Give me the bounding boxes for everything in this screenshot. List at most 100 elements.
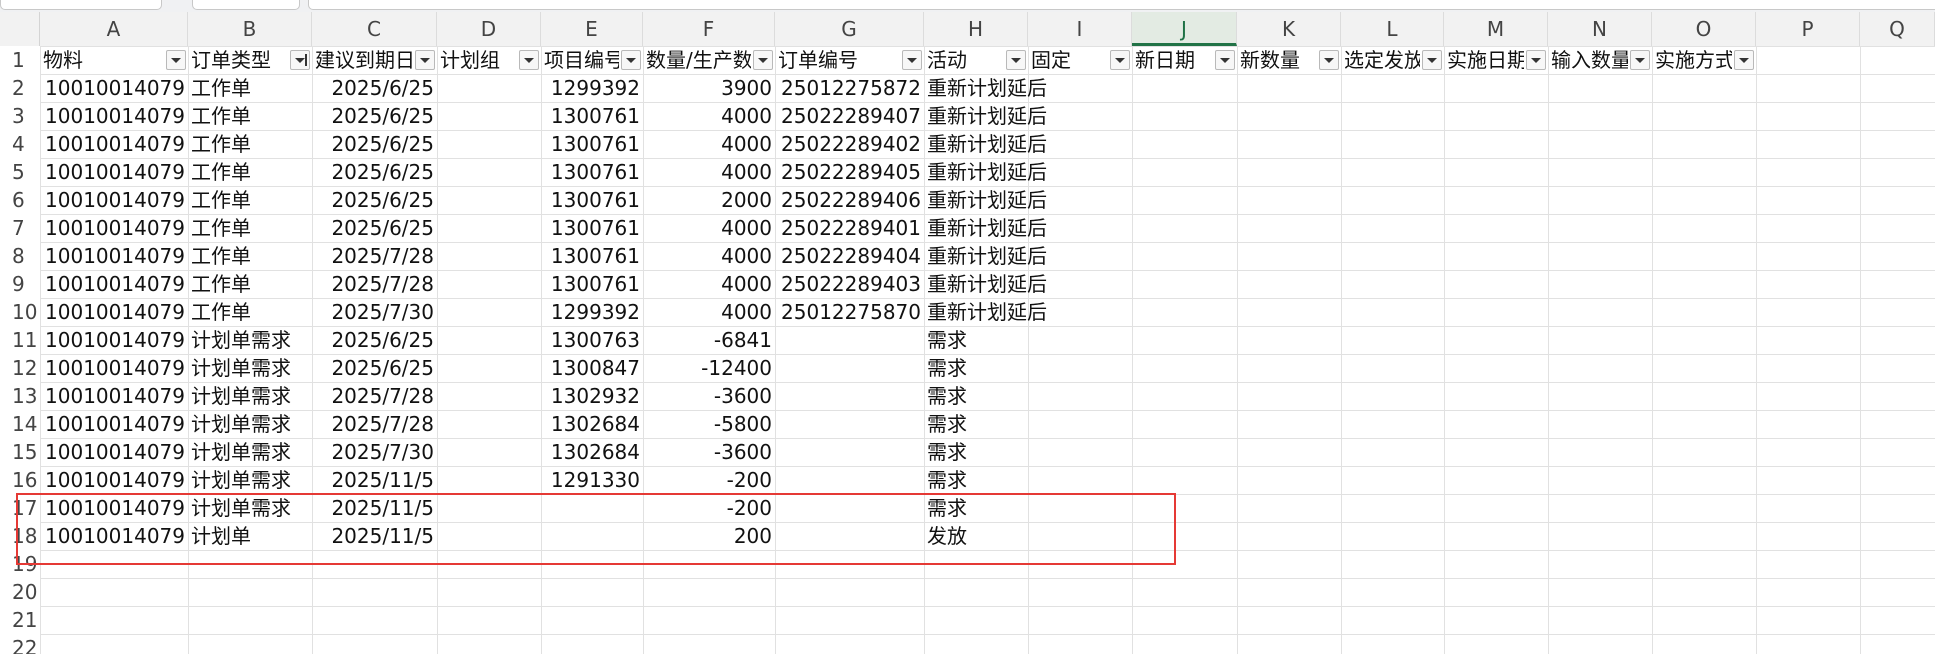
filter-dropdown-icon[interactable]: [1319, 50, 1339, 70]
header-cell[interactable]: 计划组: [437, 46, 517, 74]
column-header-m[interactable]: M: [1444, 12, 1548, 46]
cell[interactable]: 25022289404: [775, 242, 924, 270]
column-header-d[interactable]: D: [437, 12, 541, 46]
cell[interactable]: 2025/7/28: [312, 270, 437, 298]
cell[interactable]: 3900: [643, 74, 775, 102]
cell[interactable]: 需求: [924, 354, 1124, 382]
header-cell[interactable]: 建议到期日: [312, 46, 413, 74]
cell[interactable]: 1299392: [541, 74, 643, 102]
row-header-9[interactable]: 9: [0, 270, 40, 298]
cell[interactable]: -6841: [643, 326, 775, 354]
header-cell[interactable]: 新日期: [1132, 46, 1213, 74]
cell[interactable]: 工作单: [188, 214, 312, 242]
cell[interactable]: 10010014079: [40, 186, 188, 214]
cell[interactable]: 1302684: [541, 438, 643, 466]
cell[interactable]: 重新计划延后: [924, 74, 1124, 102]
cell[interactable]: 2025/6/25: [312, 326, 437, 354]
column-header-g[interactable]: G: [775, 12, 924, 46]
cell[interactable]: 25022289407: [775, 102, 924, 130]
cell[interactable]: 需求: [924, 326, 1124, 354]
cell[interactable]: 4000: [643, 242, 775, 270]
cell[interactable]: 重新计划延后: [924, 130, 1124, 158]
filter-dropdown-icon[interactable]: [1630, 50, 1650, 70]
cell[interactable]: 25022289406: [775, 186, 924, 214]
cell[interactable]: 4000: [643, 130, 775, 158]
cell[interactable]: 4000: [643, 214, 775, 242]
header-cell[interactable]: 固定: [1028, 46, 1108, 74]
cell[interactable]: 25022289405: [775, 158, 924, 186]
cell[interactable]: 10010014079: [40, 130, 188, 158]
cell[interactable]: 10010014079: [40, 382, 188, 410]
column-header-i[interactable]: I: [1028, 12, 1132, 46]
cell[interactable]: 2025/6/25: [312, 74, 437, 102]
cell[interactable]: 1300763: [541, 326, 643, 354]
row-header-21[interactable]: 21: [0, 606, 40, 634]
header-cell[interactable]: 订单编号: [775, 46, 900, 74]
column-header-n[interactable]: N: [1548, 12, 1652, 46]
toolbar-button[interactable]: [192, 0, 300, 10]
filter-dropdown-icon[interactable]: [1110, 50, 1130, 70]
header-cell[interactable]: 输入数量: [1548, 46, 1628, 74]
column-header-p[interactable]: P: [1756, 12, 1860, 46]
cell[interactable]: 2025/6/25: [312, 158, 437, 186]
row-header-8[interactable]: 8: [0, 242, 40, 270]
filter-dropdown-icon[interactable]: [902, 50, 922, 70]
cell[interactable]: 需求: [924, 438, 1124, 466]
column-header-o[interactable]: O: [1652, 12, 1756, 46]
header-cell[interactable]: 选定发放: [1341, 46, 1420, 74]
cell[interactable]: 2025/7/30: [312, 438, 437, 466]
cell[interactable]: 1291330: [541, 466, 643, 494]
cell[interactable]: 1300761: [541, 130, 643, 158]
filter-dropdown-icon[interactable]: [290, 50, 310, 70]
row-header-15[interactable]: 15: [0, 438, 40, 466]
cell[interactable]: -3600: [643, 438, 775, 466]
cell[interactable]: 2025/7/28: [312, 382, 437, 410]
row-header-5[interactable]: 5: [0, 158, 40, 186]
cell[interactable]: 重新计划延后: [924, 270, 1124, 298]
cell[interactable]: 计划单需求: [188, 326, 312, 354]
cell[interactable]: 1300761: [541, 242, 643, 270]
cell[interactable]: 10010014079: [40, 298, 188, 326]
toolbar-button[interactable]: [0, 0, 162, 10]
header-cell[interactable]: 实施方式: [1652, 46, 1732, 74]
cell[interactable]: -12400: [643, 354, 775, 382]
column-header-b[interactable]: B: [188, 12, 312, 46]
row-header-10[interactable]: 10: [0, 298, 40, 326]
cell[interactable]: 1299392: [541, 298, 643, 326]
cell[interactable]: 2025/7/28: [312, 242, 437, 270]
cell[interactable]: 工作单: [188, 298, 312, 326]
filter-dropdown-icon[interactable]: [519, 50, 539, 70]
cell[interactable]: 重新计划延后: [924, 298, 1124, 326]
cell[interactable]: 10010014079: [40, 214, 188, 242]
filter-dropdown-icon[interactable]: [1734, 50, 1754, 70]
cell[interactable]: 重新计划延后: [924, 158, 1124, 186]
column-header-c[interactable]: C: [312, 12, 437, 46]
row-header-13[interactable]: 13: [0, 382, 40, 410]
cell[interactable]: 2025/6/25: [312, 186, 437, 214]
cell[interactable]: 重新计划延后: [924, 186, 1124, 214]
header-cell[interactable]: 数量/生产数量: [643, 46, 751, 74]
header-cell[interactable]: 物料: [40, 46, 164, 74]
cell[interactable]: 1302932: [541, 382, 643, 410]
row-header-7[interactable]: 7: [0, 214, 40, 242]
header-cell[interactable]: 实施日期: [1444, 46, 1524, 74]
row-header-11[interactable]: 11: [0, 326, 40, 354]
cell[interactable]: 2025/7/30: [312, 298, 437, 326]
cell[interactable]: 1300847: [541, 354, 643, 382]
cell[interactable]: 25022289403: [775, 270, 924, 298]
cell[interactable]: 10010014079: [40, 242, 188, 270]
filter-dropdown-icon[interactable]: [1422, 50, 1442, 70]
row-header-16[interactable]: 16: [0, 466, 40, 494]
cell[interactable]: 10010014079: [40, 270, 188, 298]
row-header-3[interactable]: 3: [0, 102, 40, 130]
row-header-20[interactable]: 20: [0, 578, 40, 606]
cell[interactable]: 工作单: [188, 158, 312, 186]
cell[interactable]: 重新计划延后: [924, 242, 1124, 270]
header-cell[interactable]: 订单类型: [188, 46, 288, 74]
cell[interactable]: -200: [643, 466, 775, 494]
cell[interactable]: 25022289401: [775, 214, 924, 242]
column-header-e[interactable]: E: [541, 12, 643, 46]
cell[interactable]: 计划单需求: [188, 354, 312, 382]
row-header-12[interactable]: 12: [0, 354, 40, 382]
column-header-k[interactable]: K: [1237, 12, 1341, 46]
